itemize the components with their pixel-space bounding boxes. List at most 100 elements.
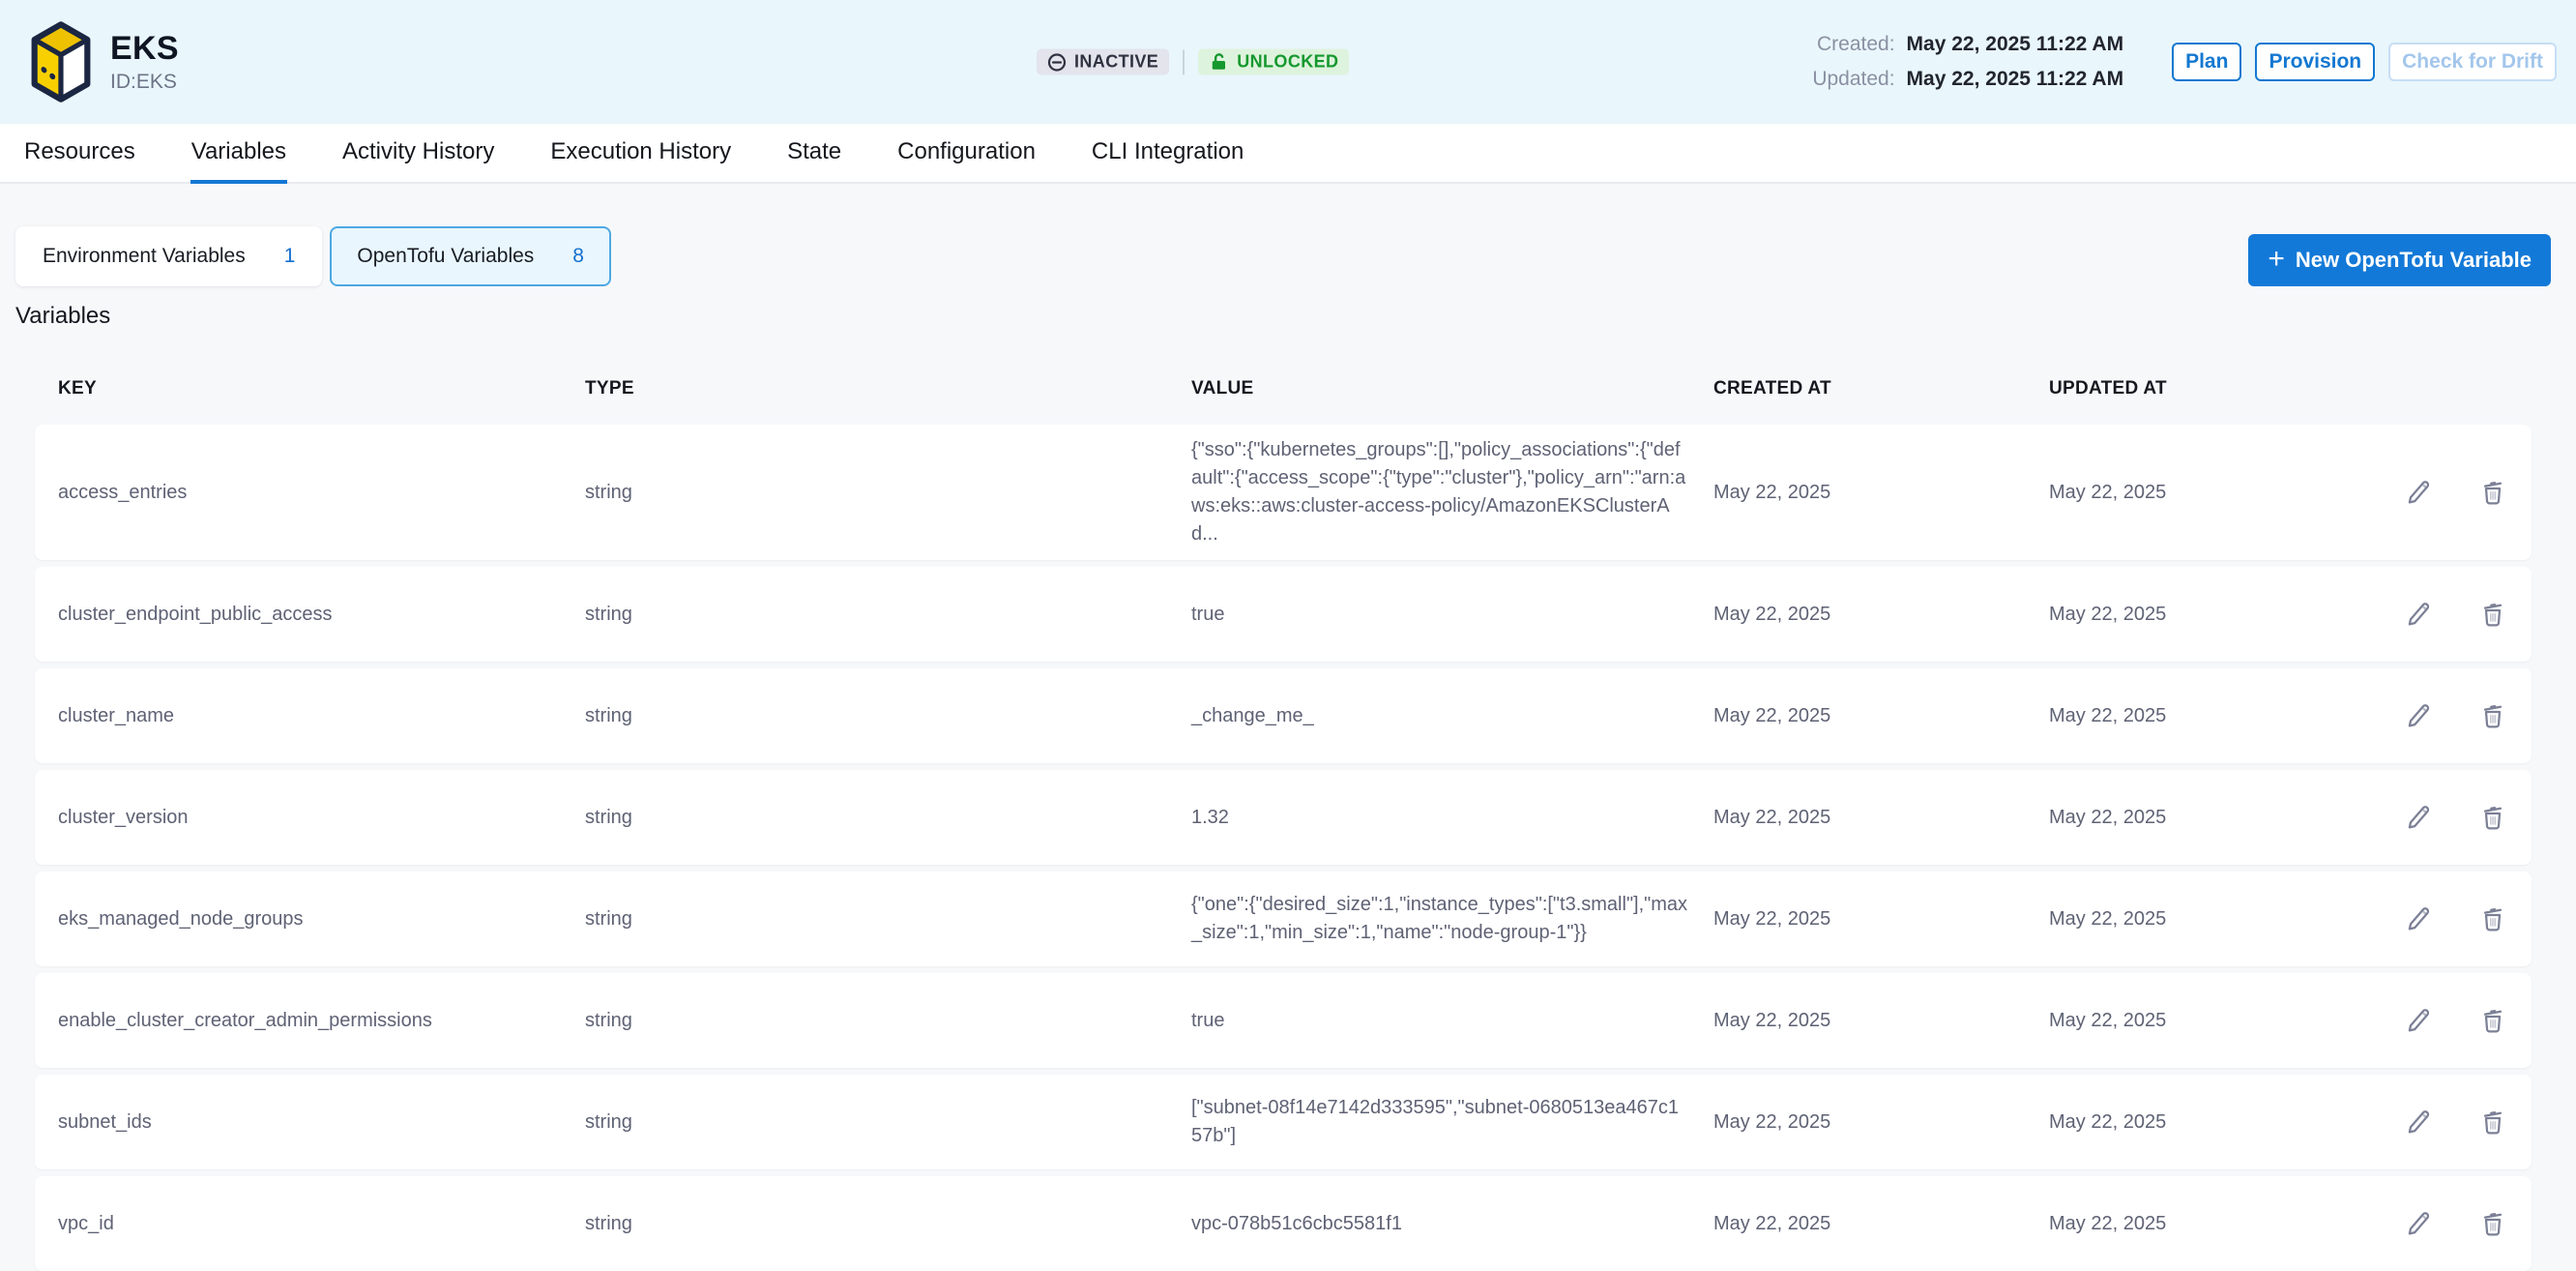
status-badges: INACTIVE UNLOCKED	[1037, 49, 1349, 75]
subtab-opentofu-variables[interactable]: OpenTofu Variables 8	[330, 226, 611, 286]
table-row: subnet_idsstring["subnet-08f14e7142d3335…	[35, 1075, 2532, 1169]
edit-variable-button[interactable]	[2404, 1208, 2435, 1239]
variable-type-cell: string	[585, 1111, 1191, 1134]
delete-variable-button[interactable]	[2477, 802, 2508, 833]
created-at-cell: May 22, 2025	[1713, 705, 2049, 727]
delete-variable-button[interactable]	[2477, 477, 2508, 508]
trash-icon	[2478, 1108, 2507, 1137]
column-header-actions	[2368, 378, 2508, 399]
page-title: EKS	[110, 30, 179, 68]
column-header-updated-at: UPDATED AT	[2049, 378, 2368, 399]
pencil-icon	[2405, 1108, 2434, 1137]
trash-icon	[2478, 478, 2507, 507]
updated-at-cell: May 22, 2025	[2049, 604, 2368, 626]
environment-id: ID:EKS	[110, 71, 179, 94]
table-header: KEYTYPEVALUECREATED ATUPDATED AT	[35, 378, 2532, 399]
variable-key-cell: access_entries	[58, 482, 585, 504]
variable-value-cell: _change_me_	[1191, 702, 1704, 730]
trash-icon	[2478, 600, 2507, 629]
column-header-key: KEY	[58, 378, 585, 399]
variable-type-cell: string	[585, 908, 1191, 931]
edit-variable-button[interactable]	[2404, 599, 2435, 630]
tab-activity-history[interactable]: Activity History	[341, 124, 495, 184]
variable-key-cell: cluster_name	[58, 705, 585, 727]
created-at-cell: May 22, 2025	[1713, 1010, 2049, 1032]
edit-variable-button[interactable]	[2404, 1107, 2435, 1138]
variable-type-cell: string	[585, 1010, 1191, 1032]
inactive-badge-label: INACTIVE	[1074, 52, 1158, 73]
cube-environment-icon	[29, 20, 93, 103]
variable-key-cell: vpc_id	[58, 1213, 585, 1235]
updated-at-cell: May 22, 2025	[2049, 1010, 2368, 1032]
trash-icon	[2478, 904, 2507, 933]
unlock-icon	[1209, 52, 1229, 73]
updated-at-cell: May 22, 2025	[2049, 705, 2368, 727]
variables-toolbar: Environment Variables 1 OpenTofu Variables…	[15, 226, 2551, 286]
delete-variable-button[interactable]	[2477, 599, 2508, 630]
table-body: access_entriesstring{"sso":{"kubernetes_…	[35, 425, 2532, 1271]
variables-table: KEYTYPEVALUECREATED ATUPDATED AT access_…	[35, 378, 2532, 1271]
row-actions	[2368, 802, 2508, 833]
table-row: cluster_endpoint_public_accessstringtrue…	[35, 567, 2532, 662]
delete-variable-button[interactable]	[2477, 1107, 2508, 1138]
provision-button[interactable]: Provision	[2255, 43, 2375, 81]
tab-variables[interactable]: Variables	[190, 124, 287, 184]
pencil-icon	[2405, 478, 2434, 507]
updated-label: Updated:	[1791, 68, 1895, 91]
edit-variable-button[interactable]	[2404, 1005, 2435, 1036]
edit-variable-button[interactable]	[2404, 802, 2435, 833]
variable-value-cell: ["subnet-08f14e7142d333595","subnet-0680…	[1191, 1094, 1704, 1150]
tab-state[interactable]: State	[786, 124, 842, 184]
table-row: eks_managed_node_groupsstring{"one":{"de…	[35, 872, 2532, 966]
delete-variable-button[interactable]	[2477, 1005, 2508, 1036]
new-opentofu-variable-button[interactable]: + New OpenTofu Variable	[2248, 234, 2551, 286]
table-row: cluster_versionstring1.32May 22, 2025May…	[35, 770, 2532, 865]
pencil-icon	[2405, 701, 2434, 730]
pencil-icon	[2405, 600, 2434, 629]
subtab-count-badge: 1	[284, 245, 296, 268]
created-at-cell: May 22, 2025	[1713, 1213, 2049, 1235]
pencil-icon	[2405, 803, 2434, 832]
new-variable-button-label: New OpenTofu Variable	[2296, 248, 2532, 273]
column-header-value: VALUE	[1191, 378, 1713, 399]
variable-type-cell: string	[585, 482, 1191, 504]
check-for-drift-button[interactable]: Check for Drift	[2388, 43, 2557, 81]
tab-configuration[interactable]: Configuration	[896, 124, 1037, 184]
variable-key-cell: cluster_version	[58, 807, 585, 829]
status-badge-inactive: INACTIVE	[1037, 49, 1169, 75]
tab-resources[interactable]: Resources	[23, 124, 136, 184]
tab-cli-integration[interactable]: CLI Integration	[1091, 124, 1244, 184]
subtab-environment-variables[interactable]: Environment Variables 1	[15, 226, 322, 286]
status-badge-unlocked: UNLOCKED	[1198, 49, 1349, 75]
created-at-cell: May 22, 2025	[1713, 482, 2049, 504]
updated-at-cell: May 22, 2025	[2049, 807, 2368, 829]
variable-key-cell: eks_managed_node_groups	[58, 908, 585, 931]
updated-at-cell: May 22, 2025	[2049, 482, 2368, 504]
environment-header: EKS ID:EKS INACTIVE UNLOCKED Created: Ma…	[0, 0, 2576, 124]
updated-at-cell: May 22, 2025	[2049, 1111, 2368, 1134]
created-at-cell: May 22, 2025	[1713, 908, 2049, 931]
edit-variable-button[interactable]	[2404, 477, 2435, 508]
delete-variable-button[interactable]	[2477, 700, 2508, 731]
subtab-label: Environment Variables	[43, 245, 246, 268]
variable-value-cell: {"sso":{"kubernetes_groups":[],"policy_a…	[1191, 436, 1704, 548]
variable-value-cell: true	[1191, 1007, 1704, 1035]
timestamps: Created: May 22, 2025 11:22 AM Updated: …	[1791, 33, 2124, 91]
subtab-count-badge: 8	[572, 245, 584, 268]
delete-variable-button[interactable]	[2477, 903, 2508, 934]
variable-value-cell: vpc-078b51c6cbc5581f1	[1191, 1210, 1704, 1238]
edit-variable-button[interactable]	[2404, 700, 2435, 731]
edit-variable-button[interactable]	[2404, 903, 2435, 934]
tab-execution-history[interactable]: Execution History	[549, 124, 732, 184]
updated-value: May 22, 2025 11:22 AM	[1907, 68, 2124, 91]
variable-value-cell: {"one":{"desired_size":1,"instance_types…	[1191, 891, 1704, 947]
row-actions	[2368, 1107, 2508, 1138]
pencil-icon	[2405, 904, 2434, 933]
variable-key-cell: subnet_ids	[58, 1111, 585, 1134]
row-actions	[2368, 1005, 2508, 1036]
subtab-label: OpenTofu Variables	[357, 245, 534, 268]
plan-button[interactable]: Plan	[2172, 43, 2241, 81]
created-at-cell: May 22, 2025	[1713, 1111, 2049, 1134]
row-actions	[2368, 1208, 2508, 1239]
delete-variable-button[interactable]	[2477, 1208, 2508, 1239]
